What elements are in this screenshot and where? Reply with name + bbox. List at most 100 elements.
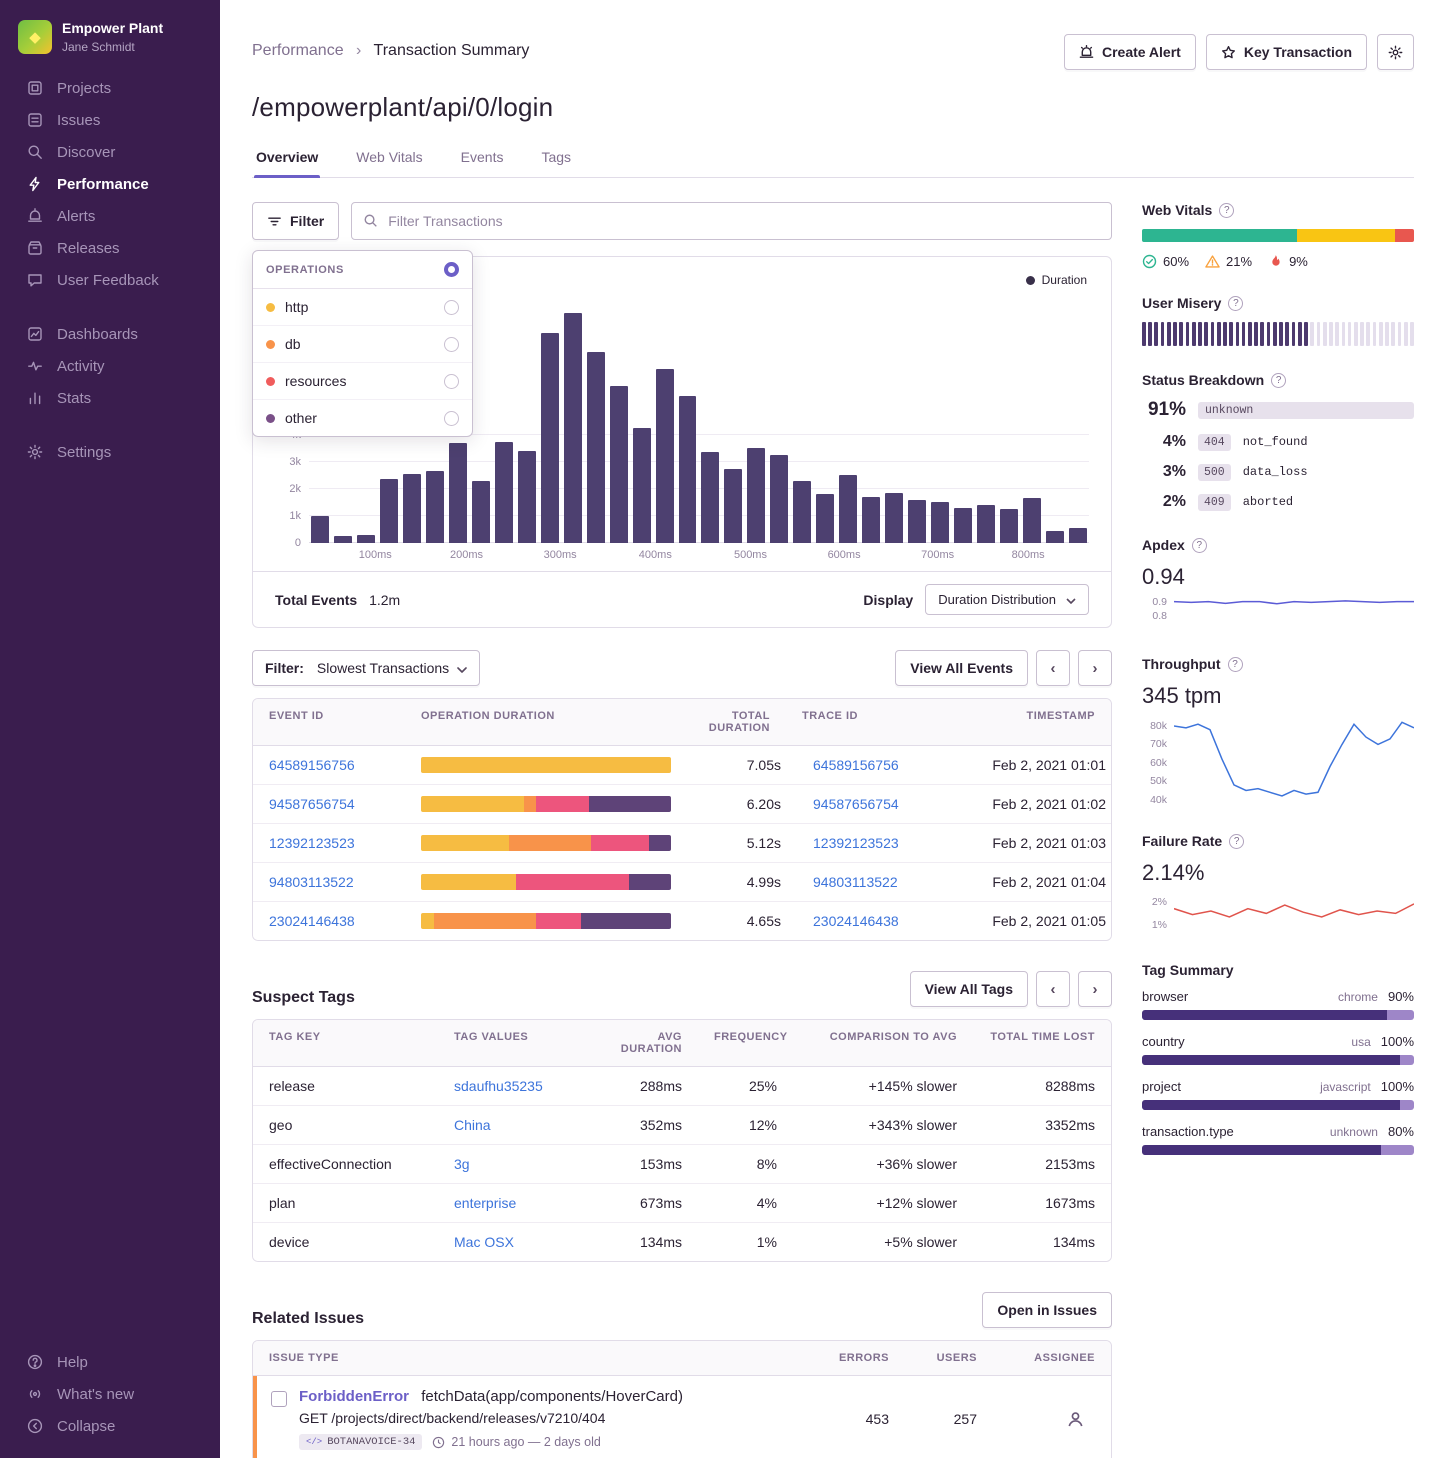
tag-summary-pct: 100% xyxy=(1381,1034,1414,1049)
view-all-tags-button[interactable]: View All Tags xyxy=(910,971,1028,1007)
activity-icon xyxy=(26,357,44,375)
operation-radio[interactable] xyxy=(444,411,459,426)
tag-value-link[interactable]: 3g xyxy=(454,1156,470,1172)
operation-duration-cell xyxy=(405,863,687,901)
event-id-link[interactable]: 94587656754 xyxy=(269,796,355,812)
tag-value-link[interactable]: Mac OSX xyxy=(454,1234,514,1250)
view-all-events-button[interactable]: View All Events xyxy=(895,650,1028,686)
events-next-button[interactable]: › xyxy=(1078,650,1112,686)
operation-option-db[interactable]: db xyxy=(253,325,472,362)
operation-radio[interactable] xyxy=(444,337,459,352)
operation-radio[interactable] xyxy=(444,300,459,315)
event-id-link[interactable]: 94803113522 xyxy=(269,874,354,890)
sidebar-item-alerts[interactable]: Alerts xyxy=(0,200,220,232)
sidebar-item-releases[interactable]: Releases xyxy=(0,232,220,264)
issue-checkbox[interactable] xyxy=(271,1391,287,1407)
issue-type-link[interactable]: ForbiddenError xyxy=(299,1388,409,1405)
help-icon[interactable]: ? xyxy=(1219,203,1234,218)
operation-option-http[interactable]: http xyxy=(253,289,472,325)
misery-tick xyxy=(1385,322,1389,346)
issue-assignee[interactable] xyxy=(993,1399,1111,1440)
sidebar-item-what-s-new[interactable]: What's new xyxy=(0,1378,220,1410)
filter-transactions-input[interactable] xyxy=(351,202,1112,240)
sidebar-item-collapse[interactable]: Collapse xyxy=(0,1410,220,1442)
help-icon[interactable]: ? xyxy=(1192,538,1207,553)
tags-prev-button[interactable]: ‹ xyxy=(1036,971,1070,1007)
status-code-badge: 404 xyxy=(1198,434,1231,451)
event-id-link[interactable]: 23024146438 xyxy=(269,913,355,929)
settings-gear-button[interactable] xyxy=(1377,34,1414,70)
sidebar-item-settings[interactable]: Settings xyxy=(0,436,220,468)
sidebar-item-issues[interactable]: Issues xyxy=(0,104,220,136)
tab-events[interactable]: Events xyxy=(459,149,506,177)
events-prev-button[interactable]: ‹ xyxy=(1036,650,1070,686)
operations-dropdown-header[interactable]: OPERATIONS xyxy=(253,251,472,289)
tag-value-link[interactable]: China xyxy=(454,1117,491,1133)
operation-option-other[interactable]: other xyxy=(253,399,472,436)
filter-button[interactable]: Filter xyxy=(252,202,339,240)
issue-meta: </> BOTANAVOICE-34 21 hours ago — 2 days… xyxy=(299,1434,683,1450)
histogram-bar xyxy=(1046,531,1064,543)
tag-value-link[interactable]: enterprise xyxy=(454,1195,516,1211)
siren-icon xyxy=(1079,45,1094,60)
histogram-bar xyxy=(793,481,811,543)
sidebar-item-dashboards[interactable]: Dashboards xyxy=(0,318,220,350)
histogram-bar xyxy=(770,455,788,543)
sidebar-item-help[interactable]: Help xyxy=(0,1346,220,1378)
create-alert-button[interactable]: Create Alert xyxy=(1064,34,1196,70)
col-tag-values: Tag Values xyxy=(438,1020,588,1066)
misery-tick xyxy=(1236,322,1240,346)
sidebar-item-user-feedback[interactable]: User Feedback xyxy=(0,264,220,296)
sidebar-item-projects[interactable]: Projects xyxy=(0,72,220,104)
key-transaction-button[interactable]: Key Transaction xyxy=(1206,34,1367,70)
sidebar-item-activity[interactable]: Activity xyxy=(0,350,220,382)
tag-value-link[interactable]: sdaufhu35235 xyxy=(454,1078,543,1094)
tab-bar: Overview Web Vitals Events Tags xyxy=(252,149,1414,178)
total-time-lost-cell: 134ms xyxy=(973,1223,1111,1261)
suspect-tags-title: Suspect Tags xyxy=(252,989,355,1007)
event-id-link[interactable]: 12392123523 xyxy=(269,835,355,851)
display-select[interactable]: Duration Distribution xyxy=(925,584,1089,615)
avg-duration-cell: 352ms xyxy=(588,1106,698,1144)
trace-id-link[interactable]: 94587656754 xyxy=(813,796,899,812)
open-in-issues-button[interactable]: Open in Issues xyxy=(982,1292,1112,1328)
trace-id-link[interactable]: 64589156756 xyxy=(813,757,899,773)
operations-all-radio[interactable] xyxy=(444,262,459,277)
web-vitals-poor-pct: 9% xyxy=(1289,254,1308,269)
help-icon[interactable]: ? xyxy=(1228,657,1243,672)
x-axis-tick-label: 800ms xyxy=(1012,549,1045,561)
events-filter-select[interactable]: Filter: Slowest Transactions xyxy=(252,650,480,686)
help-icon[interactable]: ? xyxy=(1271,373,1286,388)
operation-duration-segment xyxy=(421,757,671,773)
issue-row[interactable]: ForbiddenError fetchData(app/components/… xyxy=(253,1376,1111,1458)
x-axis-tick-label: 400ms xyxy=(639,549,672,561)
tag-summary-row: transaction.typeunknown80% xyxy=(1142,1124,1414,1155)
misery-tick xyxy=(1217,322,1221,346)
breadcrumb-performance[interactable]: Performance xyxy=(252,42,344,59)
tab-tags[interactable]: Tags xyxy=(539,149,573,177)
timestamp-cell: Feb 2, 2021 01:05 xyxy=(952,902,1112,940)
tab-overview[interactable]: Overview xyxy=(254,149,320,177)
tags-next-button[interactable]: › xyxy=(1078,971,1112,1007)
spark-tick-label: 50k xyxy=(1150,775,1167,787)
issue-short-id-badge[interactable]: </> BOTANAVOICE-34 xyxy=(299,1434,422,1450)
trace-id-link[interactable]: 94803113522 xyxy=(813,874,898,890)
operation-radio[interactable] xyxy=(444,374,459,389)
operation-option-resources[interactable]: resources xyxy=(253,362,472,399)
spark-tick-label: 2% xyxy=(1152,896,1167,908)
suspect-tag-row: geoChina352ms12%+343% slower3352ms xyxy=(253,1106,1111,1145)
event-id-link[interactable]: 64589156756 xyxy=(269,757,355,773)
search-wrap xyxy=(351,202,1112,240)
trace-id-link[interactable]: 12392123523 xyxy=(813,835,899,851)
trace-id-link[interactable]: 23024146438 xyxy=(813,913,899,929)
operation-duration-segment xyxy=(421,796,524,812)
help-icon[interactable]: ? xyxy=(1229,834,1244,849)
tab-web-vitals[interactable]: Web Vitals xyxy=(354,149,424,177)
sidebar-item-discover[interactable]: Discover xyxy=(0,136,220,168)
org-switcher[interactable]: ◆ Empower Plant Jane Schmidt xyxy=(0,14,220,72)
help-icon[interactable]: ? xyxy=(1228,296,1243,311)
events-filter-prefix: Filter: xyxy=(265,660,304,676)
sidebar-item-stats[interactable]: Stats xyxy=(0,382,220,414)
tag-summary-key: browser xyxy=(1142,989,1338,1004)
sidebar-item-performance[interactable]: Performance xyxy=(0,168,220,200)
